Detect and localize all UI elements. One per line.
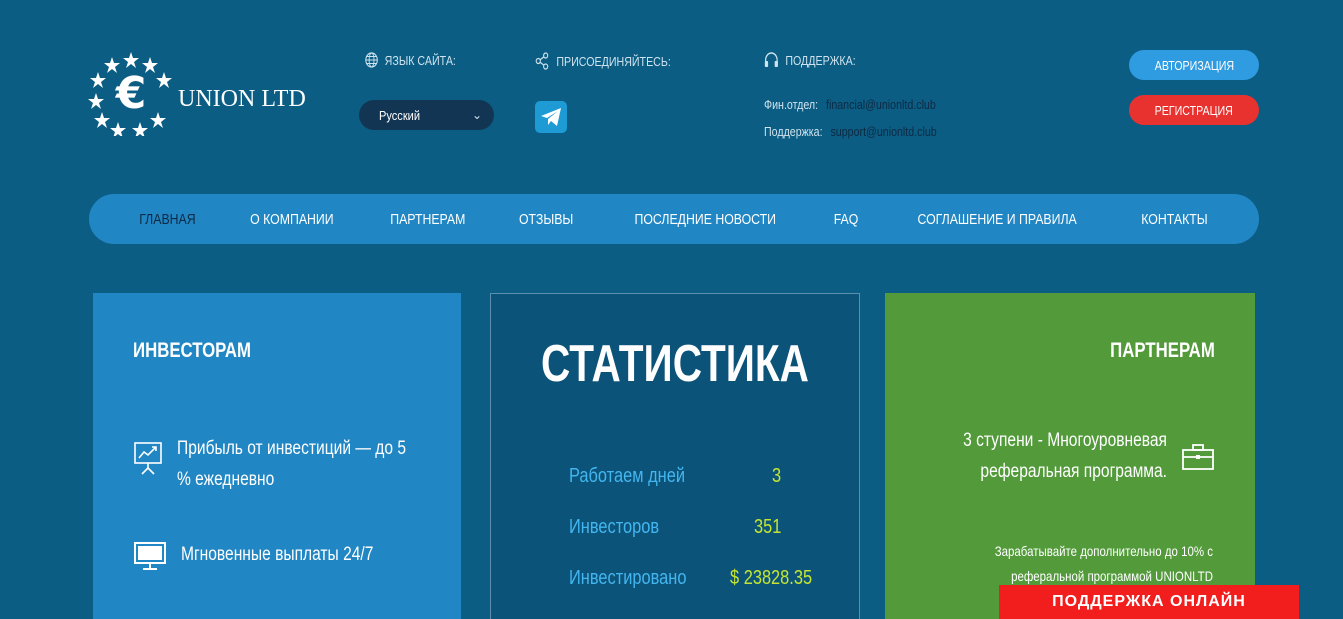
telegram-icon[interactable] xyxy=(535,101,567,133)
briefcase-icon xyxy=(1182,444,1214,470)
feature-profit-text: Прибыль от инвестиций — до 5 % ежедневно xyxy=(177,438,407,490)
stat-value: $ 23828.35 xyxy=(730,567,813,589)
nav-item-contacts[interactable]: КОНТАКТЫ xyxy=(1141,211,1207,228)
nav-item-about[interactable]: О КОМПАНИИ xyxy=(250,211,333,228)
stat-label: Инвесторов xyxy=(569,516,660,538)
share-icon xyxy=(535,52,549,70)
register-button[interactable]: РЕГИСТРАЦИЯ xyxy=(1129,95,1259,125)
nav-item-partners[interactable]: ПАРТНЕРАМ xyxy=(391,211,466,228)
headphones-icon xyxy=(764,52,778,67)
partners-subtext: Зарабатывайте дополнительно до 10% с реф… xyxy=(994,543,1213,584)
partners-card: ПАРТНЕРАМ 3 ступени - Многоуровневая реф… xyxy=(885,293,1255,619)
chart-board-icon xyxy=(134,442,162,475)
stat-value: 351 xyxy=(753,516,781,538)
support-label: ПОДДЕРЖКА: xyxy=(785,52,856,68)
stat-label: Инвестировано xyxy=(569,567,687,589)
join-label: ПРИСОЕДИНЯЙТЕСЬ: xyxy=(556,53,671,69)
language-label: ЯЗЫК САЙТА: xyxy=(384,52,456,68)
site-logo[interactable]: € UNION LTD xyxy=(88,50,318,136)
support-label-row: ПОДДЕРЖКА: xyxy=(764,52,856,68)
finance-label: Фин.отдел: xyxy=(764,97,819,112)
main-nav: ГЛАВНАЯ О КОМПАНИИ ПАРТНЕРАМ ОТЗЫВЫ ПОСЛ… xyxy=(89,194,1259,244)
join-label-row: ПРИСОЕДИНЯЙТЕСЬ: xyxy=(535,52,671,70)
nav-item-news[interactable]: ПОСЛЕДНИЕ НОВОСТИ xyxy=(635,211,776,228)
language-label-row: ЯЗЫК САЙТА: xyxy=(365,52,456,68)
language-value: Русский xyxy=(379,107,421,123)
feature-payouts: Мгновенные выплаты 24/7 xyxy=(133,539,461,571)
online-support-button[interactable]: ПОДДЕРЖКА ОНЛАЙН xyxy=(999,585,1299,619)
stats-card: СТАТИСТИКА Работаем дней 3 Инвесторов 35… xyxy=(490,293,860,619)
stat-value: 3 xyxy=(771,465,781,487)
finance-contact: Фин.отдел: financial@unionltd.club xyxy=(764,97,936,112)
globe-icon xyxy=(365,52,378,68)
login-button[interactable]: АВТОРИЗАЦИЯ xyxy=(1129,50,1259,80)
stat-row-invested: Инвестировано $ 23828.35 xyxy=(569,567,812,590)
feature-payouts-text: Мгновенные выплаты 24/7 xyxy=(181,544,374,565)
nav-item-home[interactable]: ГЛАВНАЯ xyxy=(139,211,195,228)
investors-title: ИНВЕСТОРАМ xyxy=(133,339,252,362)
stat-label: Работаем дней xyxy=(569,465,685,487)
support-contact: Поддержка: support@unionltd.club xyxy=(764,124,937,139)
nav-item-reviews[interactable]: ОТЗЫВЫ xyxy=(519,211,573,228)
euro-stars-logo-icon: € xyxy=(88,52,172,136)
chevron-down-icon: ⌄ xyxy=(471,108,482,122)
support-row-label: Поддержка: xyxy=(764,124,823,139)
partners-text: 3 ступени - Многоуровневая реферальная п… xyxy=(963,430,1167,482)
monitor-icon xyxy=(134,542,166,570)
logo-text: UNION LTD xyxy=(178,86,306,112)
investors-card: ИНВЕСТОРАМ Прибыль от инвестиций — до 5 … xyxy=(93,293,461,619)
partners-title: ПАРТНЕРАМ xyxy=(1110,339,1215,362)
finance-email-link[interactable]: financial@unionltd.club xyxy=(826,97,936,112)
support-email-link[interactable]: support@unionltd.club xyxy=(830,124,936,139)
stats-title: СТАТИСТИКА xyxy=(541,335,809,393)
feature-profit: Прибыль от инвестиций — до 5 % ежедневно xyxy=(133,433,457,495)
nav-item-agreement[interactable]: СОГЛАШЕНИЕ И ПРАВИЛА xyxy=(918,211,1077,228)
stat-row-days: Работаем дней 3 xyxy=(569,465,781,488)
stat-row-investors: Инвесторов 351 xyxy=(569,516,781,539)
nav-item-faq[interactable]: FAQ xyxy=(834,211,859,228)
svg-text:€: € xyxy=(115,68,147,119)
language-select[interactable]: Русский ⌄ xyxy=(359,100,494,130)
